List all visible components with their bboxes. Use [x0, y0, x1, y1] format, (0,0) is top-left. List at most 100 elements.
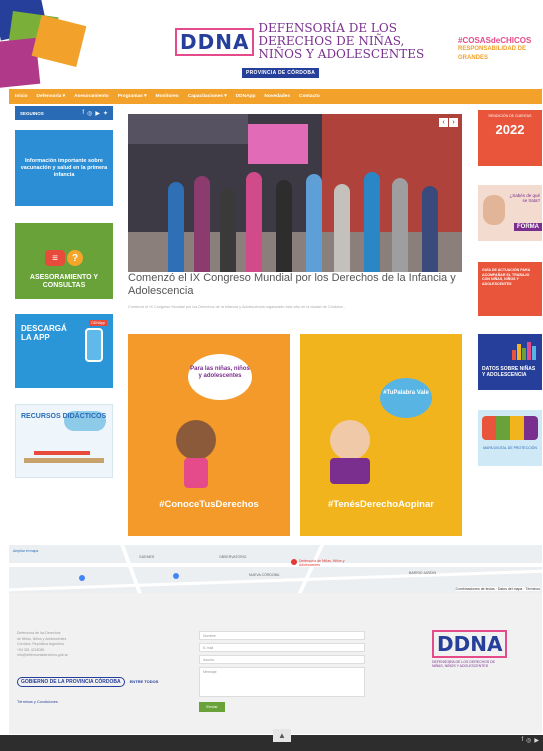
download-app-label: DESCARGÁ LA APP: [21, 324, 67, 342]
map-enlarge-link[interactable]: Ampliar el mapa: [13, 549, 38, 553]
contact-info: Defensoría de los Derechos de Niñas, Niñ…: [17, 631, 127, 659]
location-pin-icon[interactable]: [291, 559, 297, 565]
footer-logo-wordmark: DDNA: [432, 630, 508, 658]
bar-chart-icon: [512, 342, 538, 360]
rendicion-label: RENDICIÓN DE CUENTAS: [488, 114, 532, 118]
instagram-icon[interactable]: ◎: [526, 737, 531, 744]
youtube-icon[interactable]: ▶: [534, 737, 539, 744]
campaign-logo: #COSASdeCHICOS RESPONSABILIDAD DE GRANDE…: [458, 36, 540, 63]
map-poi-icon: [173, 573, 179, 579]
facebook-icon[interactable]: f: [82, 110, 84, 117]
promo-right-hashtag: #TenésDerechoAopinar: [328, 499, 434, 510]
speech-bubble: Para las niñas, niños y adolescentes: [188, 354, 252, 400]
footer-social-icons: f ◎ ▶: [521, 737, 539, 744]
news-excerpt: Comenzó el IX Congreso Mundial por los D…: [128, 305, 346, 309]
email-input[interactable]: E-mail: [199, 643, 365, 652]
nav-item-inicio[interactable]: Inicio: [15, 94, 28, 99]
promo-right-bubble-text: #TuPalabra Vale: [383, 390, 429, 396]
social-label: SEGUINOS: [20, 110, 44, 116]
child-illustration: [176, 420, 216, 460]
logo-title: DEFENSORÍA DE LOS DERECHOS DE NIÑAS, NIÑ…: [258, 21, 425, 61]
scroll-top-button[interactable]: ▲: [273, 729, 291, 742]
message-textarea[interactable]: Mensaje: [199, 667, 365, 697]
map-label: GUEMES: [139, 555, 155, 559]
slider-arrows: ‹ ›: [439, 118, 458, 127]
dancer-figure: [194, 176, 210, 272]
prev-arrow-icon[interactable]: ‹: [439, 118, 448, 127]
mapa-label: MAPA DIGITAL DE PROTECCIÓN: [483, 446, 537, 450]
person-illustration: [483, 195, 505, 225]
map-label: NUEVA CÓRDOBA: [249, 573, 280, 577]
mapa-illustration: [482, 416, 538, 440]
cordoba-logo: GOBIERNO DE LA PROVINCIA CÓRDOBA ENTRE T…: [17, 677, 158, 687]
dancer-figure: [392, 178, 408, 272]
nav-item-defensoria[interactable]: Defensoría ▾: [37, 94, 66, 99]
main-content: ‹ › Comenzó el IX Congreso Mundial por l…: [122, 106, 470, 546]
pencil-icon: [34, 451, 90, 455]
guia-card[interactable]: GUÍA DE ACTUACIÓN PARA ACOMPAÑAR EL TRAB…: [478, 262, 542, 316]
map-poi-icon: [79, 575, 85, 581]
map-label: OBSERVATORIO: [219, 555, 247, 559]
forma-card[interactable]: ¿Sabés de qué se trata? FORMA: [478, 185, 542, 241]
nav-item-asesoramiento[interactable]: Asesoramiento: [74, 94, 109, 99]
map-place-label: Defensoría de Niñas, Niños y Adolescente…: [299, 559, 345, 567]
vaccination-info-card[interactable]: Información importante sobre vacunación …: [15, 130, 113, 206]
guia-label: GUÍA DE ACTUACIÓN PARA ACOMPAÑAR EL TRAB…: [482, 268, 531, 286]
news-hero-image[interactable]: ‹ ›: [128, 114, 462, 272]
youtube-icon[interactable]: ▶: [95, 110, 100, 117]
map-label: BARRIO JARDIN: [409, 571, 437, 575]
nav-item-ddnapp[interactable]: DDNApp: [236, 94, 256, 99]
forma-tag: FORMA: [514, 223, 542, 231]
contact-line[interactable]: info@defensoriaderechos.gob.ar: [17, 653, 127, 659]
site-logo[interactable]: DDNA DEFENSORÍA DE LOS DERECHOS DE NIÑAS…: [175, 22, 428, 61]
footer-logo[interactable]: DDNA DEFENSORÍA DE LOS DERECHOS DE NIÑAS…: [432, 630, 508, 668]
campaign-title: #COSASdeCHICOS: [458, 36, 532, 45]
terms-link[interactable]: Términos y Condiciones: [17, 700, 58, 704]
brand-tiles: [0, 0, 95, 89]
nav-item-contacto[interactable]: Contacto: [299, 94, 320, 99]
subject-input[interactable]: Asunto: [199, 655, 365, 664]
dancer-figure: [422, 186, 438, 272]
promo-left-bubble-text: Para las niñas, niños y adolescentes: [190, 366, 250, 379]
dancer-figure: [246, 172, 262, 272]
app-badge: DDNApp: [89, 320, 107, 326]
nav-item-capacitaciones[interactable]: Capacitaciones ▾: [188, 94, 227, 99]
location-map[interactable]: Ampliar el mapa GUEMES OBSERVATORIO BARR…: [9, 545, 542, 593]
datos-card[interactable]: DATOS SOBRE NIÑAS Y ADOLESCENCIA: [478, 334, 542, 390]
mapa-card[interactable]: MAPA DIGITAL DE PROTECCIÓN: [478, 410, 542, 466]
phone-icon: [85, 328, 103, 362]
forma-label: ¿Sabés de qué se trata?: [509, 193, 540, 203]
twitter-icon[interactable]: ✦: [103, 110, 108, 117]
promo-conoce-tus-derechos[interactable]: Para las niñas, niños y adolescentes #Co…: [128, 334, 290, 536]
instagram-icon[interactable]: ◎: [87, 110, 92, 117]
rendicion-year: 2022: [495, 122, 525, 137]
next-arrow-icon[interactable]: ›: [449, 118, 458, 127]
rendicion-card[interactable]: RENDICIÓN DE CUENTAS 2022: [478, 110, 542, 166]
dancer-figure: [334, 184, 350, 272]
promo-left-hashtag: #ConoceTusDerechos: [159, 499, 259, 510]
nav-item-novedades[interactable]: Novedades: [264, 94, 290, 99]
logo-wordmark: DDNA: [175, 27, 255, 56]
orange-tile: [31, 15, 87, 67]
download-app-card[interactable]: DESCARGÁ LA APP DDNApp: [15, 314, 113, 388]
dancer-figure: [220, 188, 236, 272]
main-nav: Inicio Defensoría ▾ Asesoramiento Progra…: [9, 89, 542, 104]
recursos-card[interactable]: RECURSOS DIDÁCTICOS: [15, 404, 113, 478]
ruler-icon: [24, 458, 104, 463]
nav-item-programas[interactable]: Programas ▾: [118, 94, 147, 99]
datos-label: DATOS SOBRE NIÑAS Y ADOLESCENCIA: [482, 366, 536, 378]
footer-logo-subtitle: DEFENSORÍA DE LOS DERECHOS DE NIÑAS, NIÑ…: [432, 660, 496, 668]
promo-tenes-derecho[interactable]: #TuPalabra Vale #TenésDerechoAopinar: [300, 334, 462, 536]
chat-bubbles-icon: ≡ ?: [45, 250, 83, 266]
child-illustration: [330, 420, 370, 460]
facebook-icon[interactable]: f: [521, 737, 523, 744]
cordoba-logo-sub: ENTRE TODOS: [129, 678, 159, 684]
map-attribution[interactable]: Combinaciones de teclas · Datos del mapa…: [455, 587, 540, 591]
name-input[interactable]: Nombre: [199, 631, 365, 640]
social-icons: f ◎ ▶ ✦: [82, 110, 108, 117]
send-button[interactable]: Enviar: [199, 702, 225, 712]
dancer-figure: [306, 174, 322, 272]
news-title[interactable]: Comenzó el IX Congreso Mundial por los D…: [128, 272, 462, 298]
nav-item-monitoreo[interactable]: Monitoreo: [156, 94, 179, 99]
asesoramiento-card[interactable]: ≡ ? ASESORAMIENTO Y CONSULTAS: [15, 223, 113, 299]
